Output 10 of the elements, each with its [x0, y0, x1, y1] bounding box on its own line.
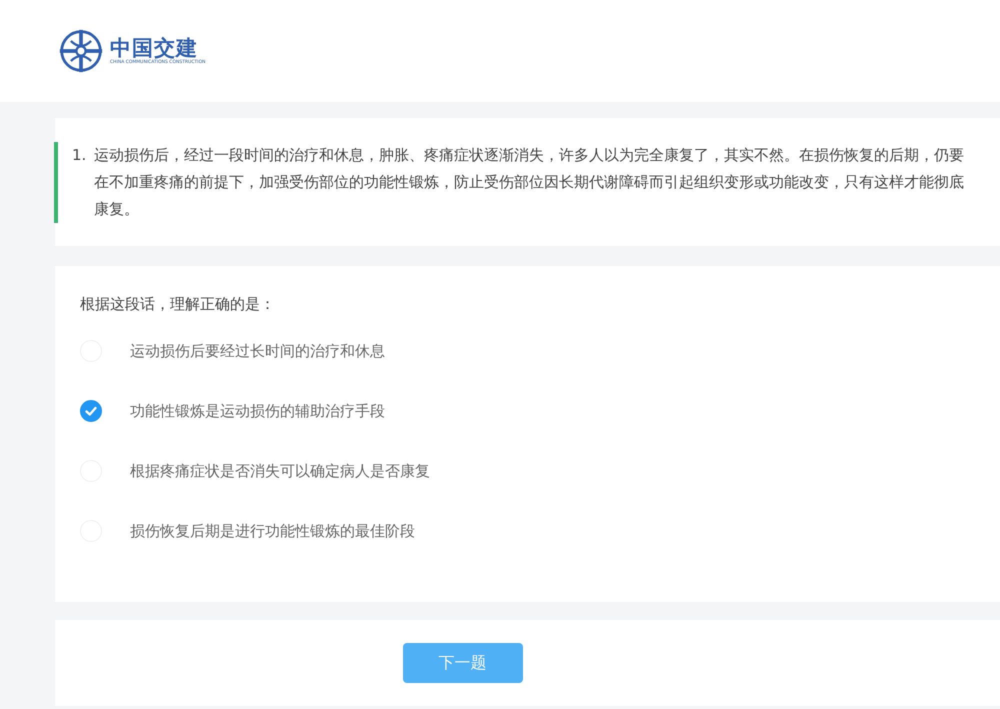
logo-icon: [58, 28, 104, 74]
question-passage: 运动损伤后，经过一段时间的治疗和休息，肿胀、疼痛症状逐渐消失，许多人以为完全康复了，其实不然。在损伤恢复的后期，仍要在不加重疼痛的前提下，加强受伤部位的功能性锻炼，防止受伤部位因长期代谢障碍而引起组织变形或功能改变，只有这样才能彻底康复。: [94, 145, 964, 220]
option-label[interactable]: 功能性锻炼是运动损伤的辅助治疗手段: [130, 402, 385, 420]
question-number: 1.: [72, 145, 88, 166]
option-label[interactable]: 损伤恢复后期是进行功能性锻炼的最佳阶段: [130, 522, 415, 540]
logo-name: 中国交建: [110, 36, 198, 60]
radio-button[interactable]: [80, 400, 102, 422]
option-label[interactable]: 运动损伤后要经过长时间的治疗和休息: [130, 342, 385, 360]
question-prompt: 根据这段话，理解正确的是：: [80, 294, 276, 314]
option-label[interactable]: 根据疼痛症状是否消失可以确定病人是否康复: [130, 462, 430, 480]
